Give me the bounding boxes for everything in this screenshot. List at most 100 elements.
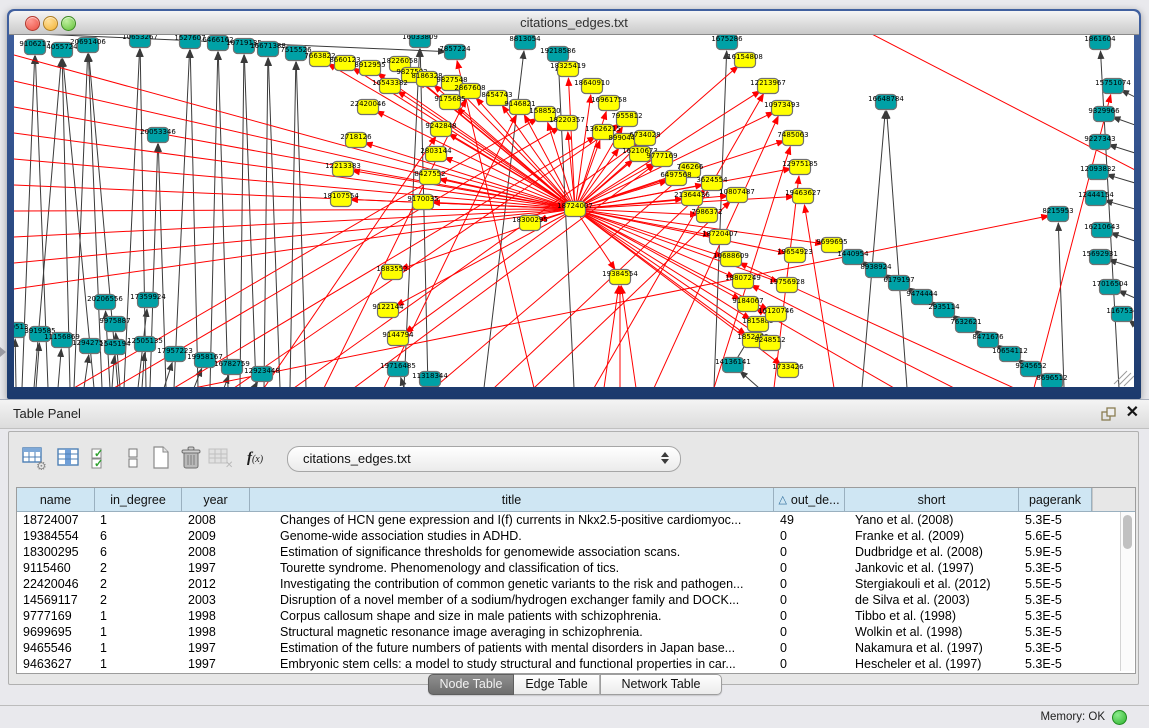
table-cell[interactable]: 1: [95, 512, 182, 528]
table-row[interactable]: 1456911722003Disruption of a novel membe…: [17, 592, 1135, 608]
network-edge[interactable]: [401, 378, 404, 387]
column-header-pagerank[interactable]: pagerank: [1019, 488, 1092, 511]
table-cell[interactable]: Genome-wide association studies in ADHD.: [250, 528, 774, 544]
table-cell[interactable]: 5.9E-5: [1019, 544, 1092, 560]
column-header-title[interactable]: title: [250, 488, 774, 511]
table-cell[interactable]: 1: [95, 640, 182, 656]
table-cell[interactable]: 9115460: [17, 560, 95, 576]
table-row[interactable]: 946554611997Estimation of the future num…: [17, 640, 1135, 656]
network-edge[interactable]: [14, 209, 575, 211]
table-cell[interactable]: Tibbo et al. (1998): [845, 608, 1019, 624]
network-edge[interactable]: [14, 55, 575, 209]
float-panel-icon[interactable]: [1101, 407, 1116, 421]
table-row[interactable]: 1830029562008Estimation of significance …: [17, 544, 1135, 560]
network-edge[interactable]: [14, 209, 575, 237]
delete-column-button[interactable]: [177, 444, 205, 472]
network-edge[interactable]: [58, 349, 61, 387]
table-cell[interactable]: 1: [95, 624, 182, 640]
table-cell[interactable]: 2003: [182, 592, 250, 608]
row-options-button[interactable]: [119, 444, 147, 472]
table-cell[interactable]: 9777169: [17, 608, 95, 624]
table-cell[interactable]: Tourette syndrome. Phenomenology and cla…: [250, 560, 774, 576]
network-edge[interactable]: [405, 209, 575, 333]
table-cell[interactable]: Changes of HCN gene expression and I(f) …: [250, 512, 774, 528]
table-cell[interactable]: 2009: [182, 528, 250, 544]
table-cell[interactable]: 0: [774, 624, 845, 640]
table-cell[interactable]: 1998: [182, 624, 250, 640]
network-edge[interactable]: [268, 58, 280, 387]
network-graph[interactable]: 9106217405572420691406106532671527607646…: [14, 35, 1134, 387]
network-edge[interactable]: [240, 55, 244, 387]
table-cell[interactable]: 18724007: [17, 512, 95, 528]
table-cell[interactable]: Jankovic et al. (1997): [845, 560, 1019, 576]
network-canvas[interactable]: 9106217405572420691406106532671527607646…: [14, 35, 1134, 387]
table-cell[interactable]: Dudbridge et al. (2008): [845, 544, 1019, 560]
network-edge[interactable]: [887, 111, 907, 387]
table-cell[interactable]: 2: [95, 592, 182, 608]
table-cell[interactable]: Wolkin et al. (1998): [845, 624, 1019, 640]
network-edge[interactable]: [218, 52, 228, 387]
table-cell[interactable]: 1998: [182, 608, 250, 624]
table-cell[interactable]: Corpus callosum shape and size in male p…: [250, 608, 774, 624]
network-edge[interactable]: [604, 286, 619, 387]
splitter-arrow-icon[interactable]: [0, 347, 6, 357]
column-header-year[interactable]: year: [182, 488, 250, 511]
table-cell[interactable]: 14569117: [17, 592, 95, 608]
table-cell[interactable]: Disruption of a novel member of a sodium…: [250, 592, 774, 608]
network-edge[interactable]: [568, 78, 575, 209]
table-cell[interactable]: Hescheler et al. (1997): [845, 656, 1019, 672]
show-columns-button[interactable]: [55, 444, 83, 472]
table-cell[interactable]: Nakamura et al. (1997): [845, 640, 1019, 656]
table-cell[interactable]: de Silva et al. (2003): [845, 592, 1019, 608]
network-edge[interactable]: [1109, 145, 1134, 153]
table-cell[interactable]: 9465546: [17, 640, 95, 656]
table-cell[interactable]: 0: [774, 656, 845, 672]
table-cell[interactable]: 2008: [182, 544, 250, 560]
network-edge[interactable]: [15, 339, 16, 387]
table-cell[interactable]: 2008: [182, 512, 250, 528]
table-cell[interactable]: 0: [774, 592, 845, 608]
table-cell[interactable]: 2012: [182, 576, 250, 592]
column-header-in_degree[interactable]: in_degree: [95, 488, 182, 511]
network-edge[interactable]: [1100, 51, 1119, 387]
network-edge[interactable]: [14, 209, 575, 289]
table-cell[interactable]: Estimation of the future numbers of pati…: [250, 640, 774, 656]
tab-node-table[interactable]: Node Table: [428, 674, 514, 695]
table-cell[interactable]: 5.3E-5: [1019, 592, 1092, 608]
select-columns-button[interactable]: ✓ ✓: [87, 444, 115, 472]
table-cell[interactable]: 5.3E-5: [1019, 560, 1092, 576]
table-cell[interactable]: 6: [95, 528, 182, 544]
close-panel-icon[interactable]: ✕: [1126, 404, 1139, 422]
table-cell[interactable]: Franke et al. (2009): [845, 528, 1019, 544]
table-cell[interactable]: 1: [95, 608, 182, 624]
memory-status-icon[interactable]: [1112, 710, 1127, 725]
create-column-button[interactable]: [147, 444, 175, 472]
table-cell[interactable]: 0: [774, 608, 845, 624]
network-edge[interactable]: [190, 50, 198, 387]
table-cell[interactable]: 1: [95, 656, 182, 672]
table-cell[interactable]: 5.5E-5: [1019, 576, 1092, 592]
table-cell[interactable]: 1997: [182, 640, 250, 656]
network-edge[interactable]: [804, 205, 834, 387]
function-builder-button[interactable]: f(x): [241, 444, 269, 472]
network-edge[interactable]: [88, 54, 102, 387]
table-row[interactable]: 977716911998Corpus callosum shape and si…: [17, 608, 1135, 624]
delete-table-button[interactable]: ✕: [207, 444, 235, 472]
table-cell[interactable]: 5.3E-5: [1019, 624, 1092, 640]
table-row[interactable]: 946362711997Embryonic stem cells: a mode…: [17, 656, 1135, 672]
table-cell[interactable]: 6: [95, 544, 182, 560]
network-edge[interactable]: [210, 52, 218, 387]
network-edge[interactable]: [575, 148, 619, 209]
table-cell[interactable]: 5.3E-5: [1019, 640, 1092, 656]
table-cell[interactable]: Structural magnetic resonance image aver…: [250, 624, 774, 640]
network-edge[interactable]: [740, 371, 759, 387]
column-header-out_de[interactable]: △out_de...: [774, 488, 845, 511]
table-row[interactable]: 969969511998Structural magnetic resonanc…: [17, 624, 1135, 640]
table-row[interactable]: 911546021997Tourette syndrome. Phenomeno…: [17, 560, 1135, 576]
table-cell[interactable]: 49: [774, 512, 845, 528]
table-cell[interactable]: Embryonic stem cells: a model to study s…: [250, 656, 774, 672]
table-cell[interactable]: 0: [774, 544, 845, 560]
column-header-short[interactable]: short: [845, 488, 1019, 511]
network-edge[interactable]: [112, 356, 114, 387]
table-cell[interactable]: Investigating the contribution of common…: [250, 576, 774, 592]
